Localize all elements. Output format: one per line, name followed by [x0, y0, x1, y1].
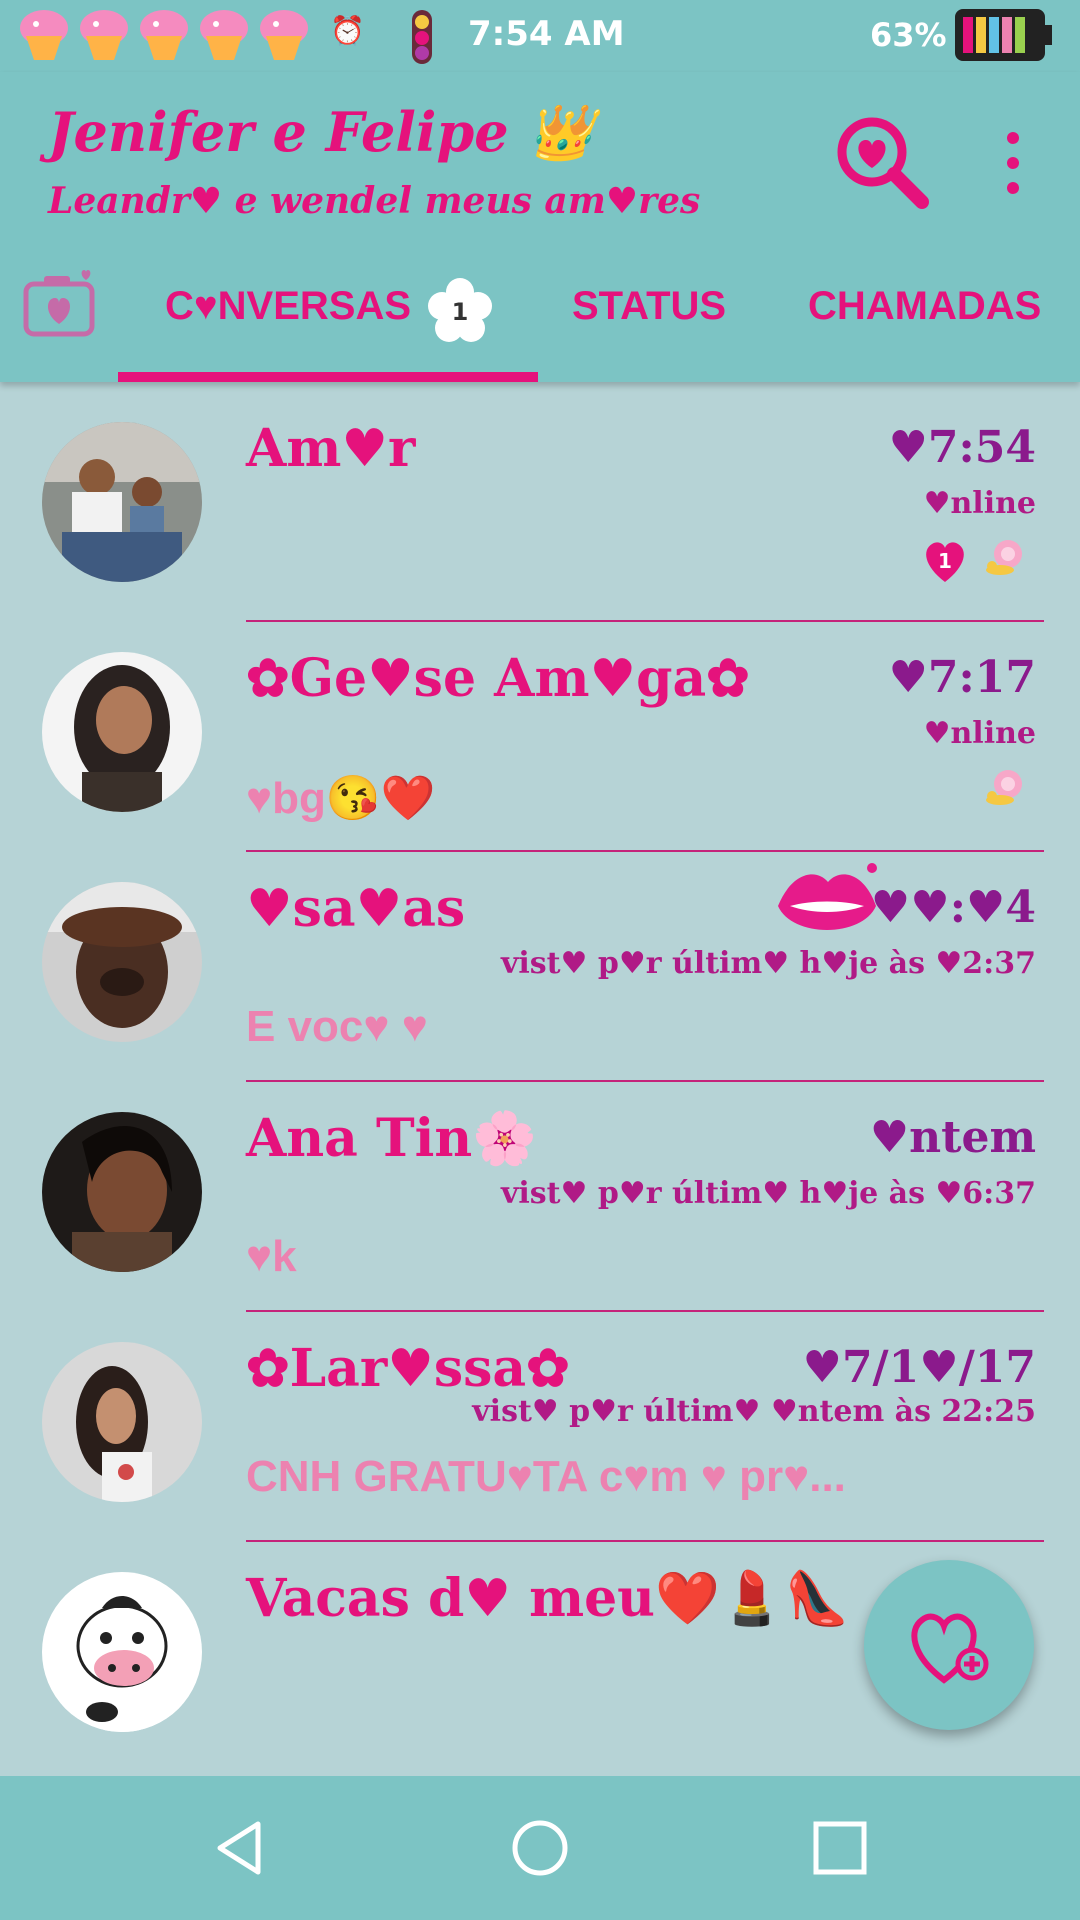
cupcake-icon [140, 10, 188, 60]
unread-badge: 1 [428, 278, 492, 342]
unread-heart-icon: 1 [926, 542, 964, 582]
camera-icon[interactable] [22, 268, 98, 340]
cupcake-icon [20, 10, 68, 60]
chat-row[interactable]: Ana Tin🌸 ♥ntem vist♥ p♥r últim♥ h♥je às … [0, 1082, 1080, 1312]
contact-name: ✿Ge♥se Am♥ga✿ [246, 648, 750, 709]
message-preview: ♥k [246, 1232, 297, 1281]
cupcake-icon [260, 10, 308, 60]
notification-icons [16, 6, 312, 62]
chat-row[interactable]: ✿Ge♥se Am♥ga✿ ♥7:17 ♥nline ♥bg😘❤️ [0, 622, 1080, 852]
mute-snail-icon [986, 770, 1022, 805]
contact-name: Vacas d♥ meu❤️💄👠 [246, 1568, 850, 1629]
app-subtitle: Leandr♥ e wendel meus am♥res [48, 180, 701, 222]
tab-status[interactable]: STATUS [572, 284, 726, 329]
unread-count: 1 [938, 549, 952, 573]
battery-icon [955, 9, 1052, 61]
message-preview: E voc♥ ♥ [246, 1002, 428, 1051]
app-title: Jenifer e Felipe 👑 [48, 100, 595, 164]
lips-sticker-icon [778, 863, 877, 930]
active-tab-indicator [118, 372, 538, 382]
tab-chamadas[interactable]: CHAMADAS [808, 284, 1041, 329]
avatar[interactable] [42, 422, 202, 582]
more-options-icon[interactable] [998, 128, 1028, 198]
chat-row[interactable]: ♥sa♥as ♥♥:♥4 vist♥ p♥r últim♥ h♥je às ♥2… [0, 852, 1080, 1082]
contact-name: ♥sa♥as [246, 878, 466, 939]
navigation-bar [0, 1776, 1080, 1920]
last-seen: vist♥ p♥r últim♥ h♥je às ♥2:37 [500, 946, 1036, 981]
presence-status: ♥nline [923, 486, 1036, 521]
clock: 7:54 AM [468, 14, 625, 54]
contact-name: Ana Tin🌸 [246, 1108, 537, 1169]
tab-conversas[interactable]: C♥NVERSAS [165, 284, 411, 329]
recents-icon[interactable] [810, 1818, 870, 1878]
chat-time: ♥7:17 [888, 652, 1036, 703]
cupcake-icon [200, 10, 248, 60]
chat-row[interactable]: Am♥r ♥7:54 ♥nline 1 [0, 392, 1080, 622]
last-seen: vist♥ p♥r últim♥ h♥je às ♥6:37 [500, 1176, 1036, 1211]
chat-row[interactable]: ✿Lar♥ssa✿ ♥7/1♥/17 vist♥ p♥r últim♥ ♥nte… [0, 1312, 1080, 1542]
chat-time: ♥7:54 [888, 422, 1036, 473]
status-bar: ⏰ 7:54 AM 63% [0, 0, 1080, 72]
heart-plus-icon [911, 1613, 989, 1684]
alarm-icon: ⏰ [330, 14, 365, 47]
home-icon[interactable] [510, 1818, 570, 1878]
avatar[interactable] [42, 1342, 202, 1502]
last-seen: vist♥ p♥r últim♥ ♥ntem às 22:25 [472, 1394, 1036, 1429]
mute-snail-icon [986, 540, 1022, 575]
app-bar: Jenifer e Felipe 👑 Leandr♥ e wendel meus… [0, 72, 1080, 382]
badge-count: 1 [452, 298, 469, 326]
new-chat-button[interactable] [864, 1560, 1034, 1730]
contact-name: Am♥r [246, 418, 416, 479]
chat-time: ♥♥:♥4 [870, 882, 1036, 933]
battery-percent: 63% [870, 16, 947, 54]
cupcake-icon [80, 10, 128, 60]
presence-status: ♥nline [923, 716, 1036, 751]
message-preview: CNH GRATU♥TA c♥m ♥ pr♥... [246, 1452, 846, 1501]
avatar[interactable] [42, 1572, 202, 1732]
chat-time: ♥ntem [869, 1112, 1036, 1163]
chat-time: ♥7/1♥/17 [802, 1342, 1037, 1393]
back-icon[interactable] [210, 1818, 270, 1878]
avatar[interactable] [42, 882, 202, 1042]
search-icon[interactable] [832, 112, 932, 212]
contact-name: ✿Lar♥ssa✿ [246, 1338, 570, 1399]
lipstick-icon [412, 10, 432, 64]
avatar[interactable] [42, 1112, 202, 1272]
avatar[interactable] [42, 652, 202, 812]
message-preview: ♥bg😘❤️ [246, 774, 436, 823]
